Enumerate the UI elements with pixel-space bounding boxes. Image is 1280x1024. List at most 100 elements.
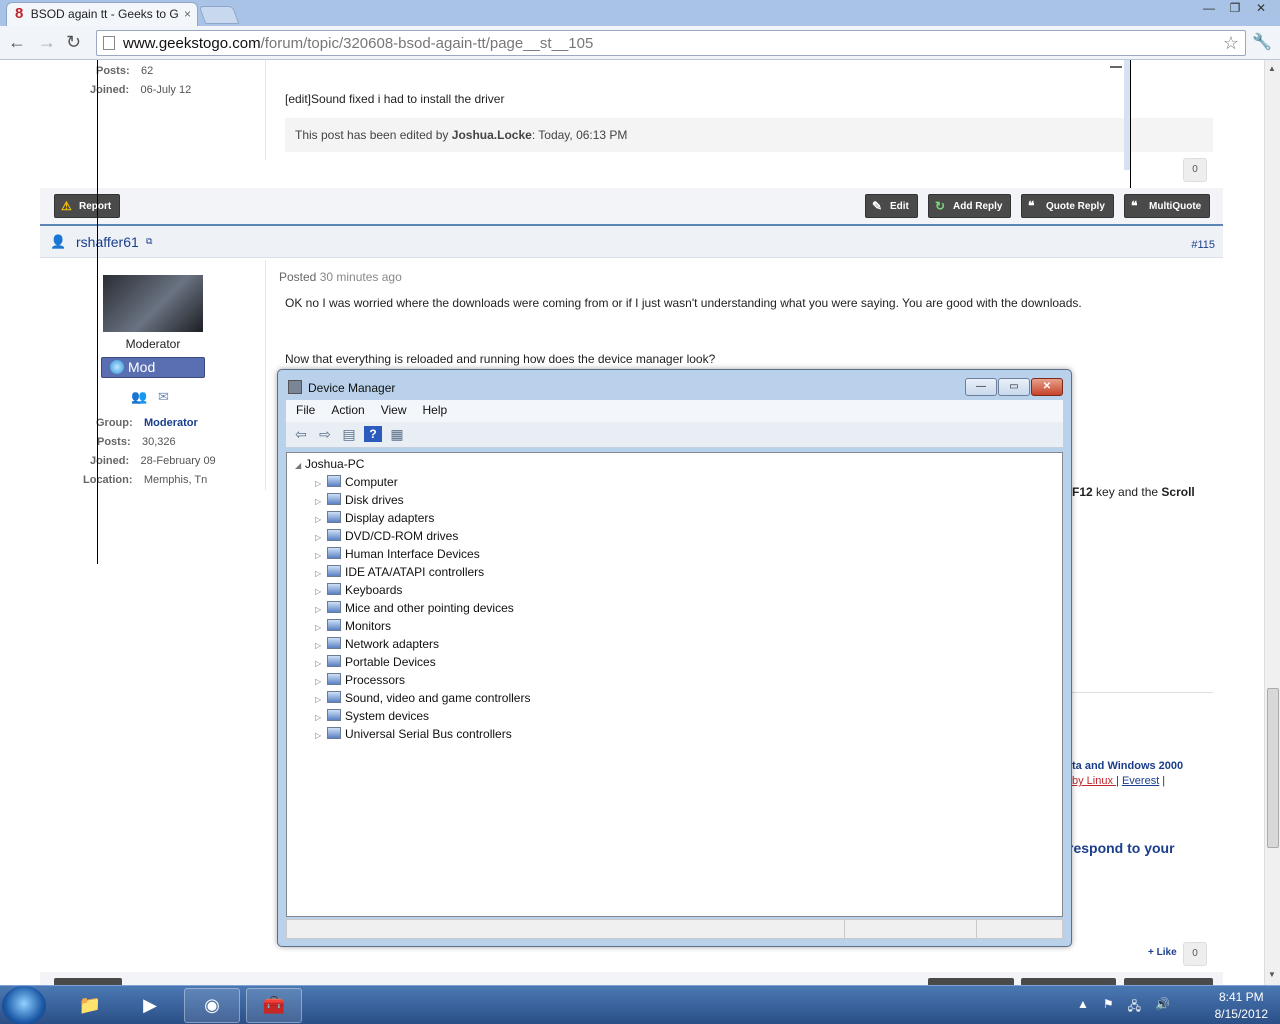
menu-file[interactable]: File: [296, 403, 315, 422]
expand-arrow-icon[interactable]: ▷: [315, 695, 325, 704]
quote-reply-button-partial[interactable]: [1021, 978, 1116, 985]
dm-close-button[interactable]: ✕: [1031, 378, 1063, 396]
device-tree: ◢ Joshua-PC ▷ Computer ▷ Disk drives ▷ Displ…: [286, 452, 1063, 917]
collapse-icon[interactable]: [1110, 66, 1122, 68]
report-button[interactable]: ⚠ Report: [54, 194, 121, 218]
add-friend-icon[interactable]: 👥: [131, 389, 147, 405]
add-reply-button-partial[interactable]: [928, 978, 1014, 985]
tree-root[interactable]: ◢ Joshua-PC: [295, 457, 364, 471]
dm-minimize-button[interactable]: —: [965, 378, 997, 396]
browser-tab[interactable]: 8 BSOD again tt - Geeks to G ×: [6, 2, 198, 26]
tree-item-network-adapters[interactable]: ▷ Network adapters: [315, 637, 439, 651]
bookmark-star-icon[interactable]: ☆: [1223, 33, 1239, 54]
menu-help[interactable]: Help: [423, 403, 448, 422]
tree-item-computer[interactable]: ▷ Computer: [315, 475, 398, 489]
expand-arrow-icon[interactable]: ▷: [315, 497, 325, 506]
report-button-partial[interactable]: [54, 978, 122, 985]
back-arrow-icon[interactable]: ←: [8, 32, 26, 52]
tree-item-mice[interactable]: ▷ Mice and other pointing devices: [315, 601, 514, 615]
collapse-arrow-icon[interactable]: ◢: [295, 461, 305, 470]
reload-icon[interactable]: ↻: [66, 32, 81, 52]
expand-arrow-icon[interactable]: ▷: [315, 641, 325, 650]
tab-close-icon[interactable]: ×: [184, 7, 191, 21]
scrollbar-thumb[interactable]: [1267, 688, 1279, 848]
action-center-flag-icon[interactable]: ⚑: [1103, 997, 1114, 1018]
tree-item-processors[interactable]: ▷ Processors: [315, 673, 405, 687]
forward-icon[interactable]: ⇨: [316, 426, 334, 442]
tree-item-dvd-cdrom[interactable]: ▷ DVD/CD-ROM drives: [315, 529, 458, 543]
show-hide-tree-icon[interactable]: ▤: [340, 426, 358, 442]
toolbox-taskbar-icon[interactable]: 🧰: [246, 988, 302, 1023]
multiquote-button-partial[interactable]: [1124, 978, 1213, 985]
expand-arrow-icon[interactable]: ▷: [315, 731, 325, 740]
tree-item-hid[interactable]: ▷ Human Interface Devices: [315, 547, 480, 561]
page-scrollbar[interactable]: ▲ ▼: [1264, 60, 1280, 985]
add-reply-button[interactable]: ↻ Add Reply: [928, 194, 1012, 218]
expand-arrow-icon[interactable]: ▷: [315, 659, 325, 668]
expand-arrow-icon[interactable]: ▷: [315, 587, 325, 596]
menu-action[interactable]: Action: [331, 403, 364, 422]
expand-arrow-icon[interactable]: ▷: [315, 677, 325, 686]
tree-item-display-adapters[interactable]: ▷ Display adapters: [315, 511, 434, 525]
address-bar[interactable]: www.geekstogo.com/forum/topic/320608-bso…: [96, 30, 1246, 56]
back-icon[interactable]: ⇦: [292, 426, 310, 442]
expand-arrow-icon[interactable]: ▷: [315, 569, 325, 578]
tree-item-usb[interactable]: ▷ Universal Serial Bus controllers: [315, 727, 512, 741]
forward-arrow-icon[interactable]: →: [38, 32, 56, 52]
expand-arrow-icon[interactable]: ▷: [315, 551, 325, 560]
chrome-taskbar-icon[interactable]: ◉: [184, 988, 240, 1023]
external-link-icon[interactable]: ⧉: [146, 236, 152, 247]
message-icon[interactable]: ✉: [158, 389, 169, 405]
clock[interactable]: 8:41 PM 8/15/2012: [1215, 990, 1268, 1021]
network-icon[interactable]: 🖧: [1128, 997, 1141, 1018]
start-button[interactable]: [2, 986, 46, 1024]
scroll-down-icon[interactable]: ▼: [1268, 970, 1276, 979]
explorer-taskbar-icon[interactable]: 📁: [62, 988, 118, 1023]
menu-view[interactable]: View: [381, 403, 407, 422]
cursor-line-right: [1130, 60, 1131, 188]
expand-arrow-icon[interactable]: ▷: [315, 623, 325, 632]
tree-item-system-devices[interactable]: ▷ System devices: [315, 709, 429, 723]
properties-icon[interactable]: ▦: [388, 426, 406, 442]
restore-button[interactable]: ❐: [1222, 0, 1248, 18]
author-name[interactable]: rshaffer61: [76, 234, 139, 250]
window-controls: — ❐ ✕: [1196, 0, 1274, 18]
tree-item-sound-video[interactable]: ▷ Sound, video and game controllers: [315, 691, 530, 705]
dm-statusbar: [286, 919, 1063, 939]
user-posts: Posts: 30,326: [97, 436, 176, 448]
tree-item-disk-drives[interactable]: ▷ Disk drives: [315, 493, 404, 507]
media-player-taskbar-icon[interactable]: ▶: [122, 988, 178, 1023]
expand-arrow-icon[interactable]: ▷: [315, 605, 325, 614]
tree-item-portable-devices[interactable]: ▷ Portable Devices: [315, 655, 436, 669]
edit-button[interactable]: ✎ Edit: [865, 194, 918, 218]
minimize-button[interactable]: —: [1196, 0, 1222, 18]
scroll-up-icon[interactable]: ▲: [1268, 64, 1276, 73]
expand-arrow-icon[interactable]: ▷: [315, 515, 325, 524]
help-icon[interactable]: ?: [364, 426, 382, 442]
cursor-line: [97, 60, 98, 564]
volume-icon[interactable]: 🔊: [1155, 997, 1170, 1018]
wrench-menu-icon[interactable]: 🔧: [1252, 32, 1272, 52]
new-tab-button[interactable]: [198, 6, 240, 24]
show-hidden-icons-icon[interactable]: ▲: [1077, 997, 1089, 1018]
post-number[interactable]: #115: [1191, 239, 1215, 251]
expand-arrow-icon[interactable]: ▷: [315, 713, 325, 722]
status-separator: [976, 920, 977, 938]
close-window-button[interactable]: ✕: [1248, 0, 1274, 18]
mod-badge: Mod: [101, 357, 205, 378]
expand-arrow-icon[interactable]: ▷: [315, 533, 325, 542]
like-button[interactable]: + Like: [1148, 947, 1177, 958]
tree-item-keyboards[interactable]: ▷ Keyboards: [315, 583, 402, 597]
avatar[interactable]: [103, 275, 203, 332]
globe-icon: [110, 360, 124, 374]
multiquote-button[interactable]: ❝ MultiQuote: [1124, 194, 1211, 218]
tree-item-monitors[interactable]: ▷ Monitors: [315, 619, 391, 633]
expand-arrow-icon[interactable]: ▷: [315, 479, 325, 488]
edited-by-user[interactable]: Joshua.Locke: [452, 128, 532, 142]
quote-icon: ❝: [1028, 199, 1035, 213]
dm-maximize-button[interactable]: ▭: [998, 378, 1030, 396]
user-group: Group: Moderator: [96, 417, 198, 429]
quote-reply-button[interactable]: ❝ Quote Reply: [1021, 194, 1114, 218]
dm-menubar: File Action View Help: [286, 400, 1063, 422]
tree-item-ide-ata[interactable]: ▷ IDE ATA/ATAPI controllers: [315, 565, 484, 579]
